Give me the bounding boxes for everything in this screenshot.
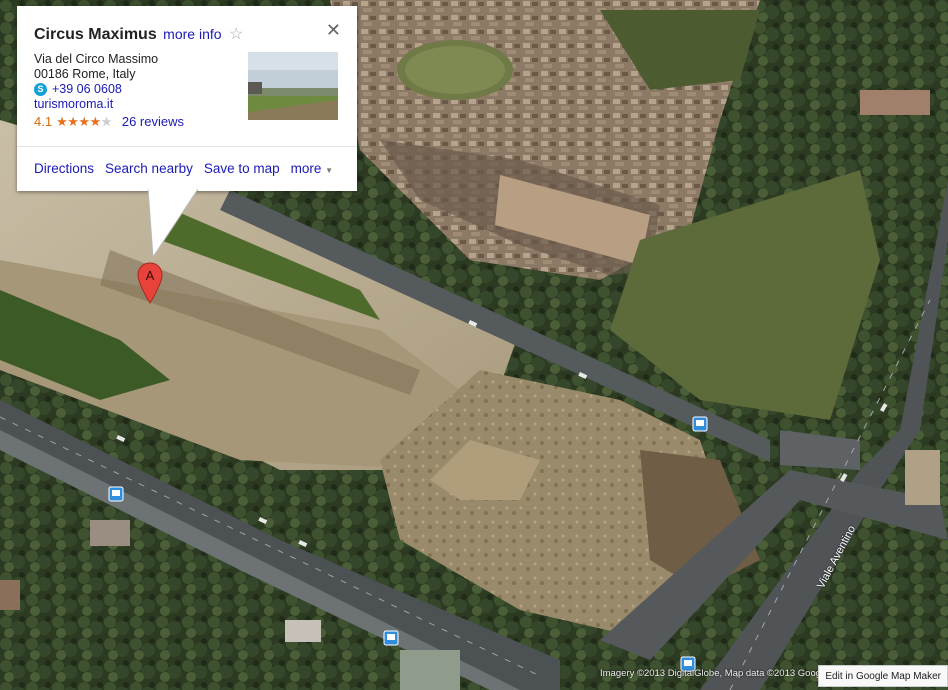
divider <box>17 146 357 147</box>
search-nearby-link[interactable]: Search nearby <box>105 161 193 176</box>
place-title: Circus Maximus <box>34 26 157 43</box>
star-icon: ★ <box>100 114 113 129</box>
map-attribution: Imagery ©2013 DigitalGlobe, Map data ©20… <box>600 668 829 679</box>
bus-stop-icon[interactable] <box>108 486 124 502</box>
more-info-link[interactable]: more info <box>163 26 221 42</box>
place-header: Circus Maximus more info ☆ <box>34 24 243 44</box>
bus-stop-icon[interactable] <box>692 416 708 432</box>
info-window-pointer <box>148 189 198 259</box>
close-icon[interactable]: ✕ <box>326 20 341 41</box>
edit-in-map-maker-button[interactable]: Edit in Google Map Maker <box>818 665 948 687</box>
more-menu[interactable]: more ▼ <box>291 161 333 176</box>
star-icon: ★ <box>67 114 79 129</box>
star-icon: ★ <box>89 114 102 129</box>
star-icon: ★ <box>78 114 90 129</box>
place-photo[interactable] <box>248 52 338 120</box>
more-label: more <box>290 161 322 176</box>
place-details: Via del Circo Massimo 00186 Rome, Italy … <box>34 52 184 129</box>
address-line-1: Via del Circo Massimo <box>34 52 159 66</box>
favorite-star-icon[interactable]: ☆ <box>229 26 243 43</box>
phone-row[interactable]: S +39 06 0608 <box>34 82 184 97</box>
rating-value: 4.1 <box>34 114 53 129</box>
marker-label: A <box>146 268 155 283</box>
save-to-map-link[interactable]: Save to map <box>204 161 280 176</box>
address-line-2: 00186 Rome, Italy <box>34 67 136 81</box>
bus-stop-icon[interactable] <box>383 630 399 646</box>
map-marker-a[interactable]: A <box>137 262 163 304</box>
directions-link[interactable]: Directions <box>34 161 94 176</box>
rating-stars: ★★★★★ <box>56 114 112 129</box>
place-info-window: Circus Maximus more info ☆ ✕ Via del Cir… <box>17 6 357 191</box>
rating-row: 4.1 ★★★★★ 26 reviews <box>34 114 184 129</box>
skype-icon: S <box>34 83 47 96</box>
reviews-link[interactable]: 26 reviews <box>122 114 184 129</box>
star-icon: ★ <box>56 114 68 129</box>
website-link[interactable]: turismoroma.it <box>34 97 184 112</box>
phone-number[interactable]: +39 06 0608 <box>52 82 122 97</box>
chevron-down-icon: ▼ <box>325 166 334 175</box>
action-bar: Directions Search nearby Save to map mor… <box>34 161 344 176</box>
